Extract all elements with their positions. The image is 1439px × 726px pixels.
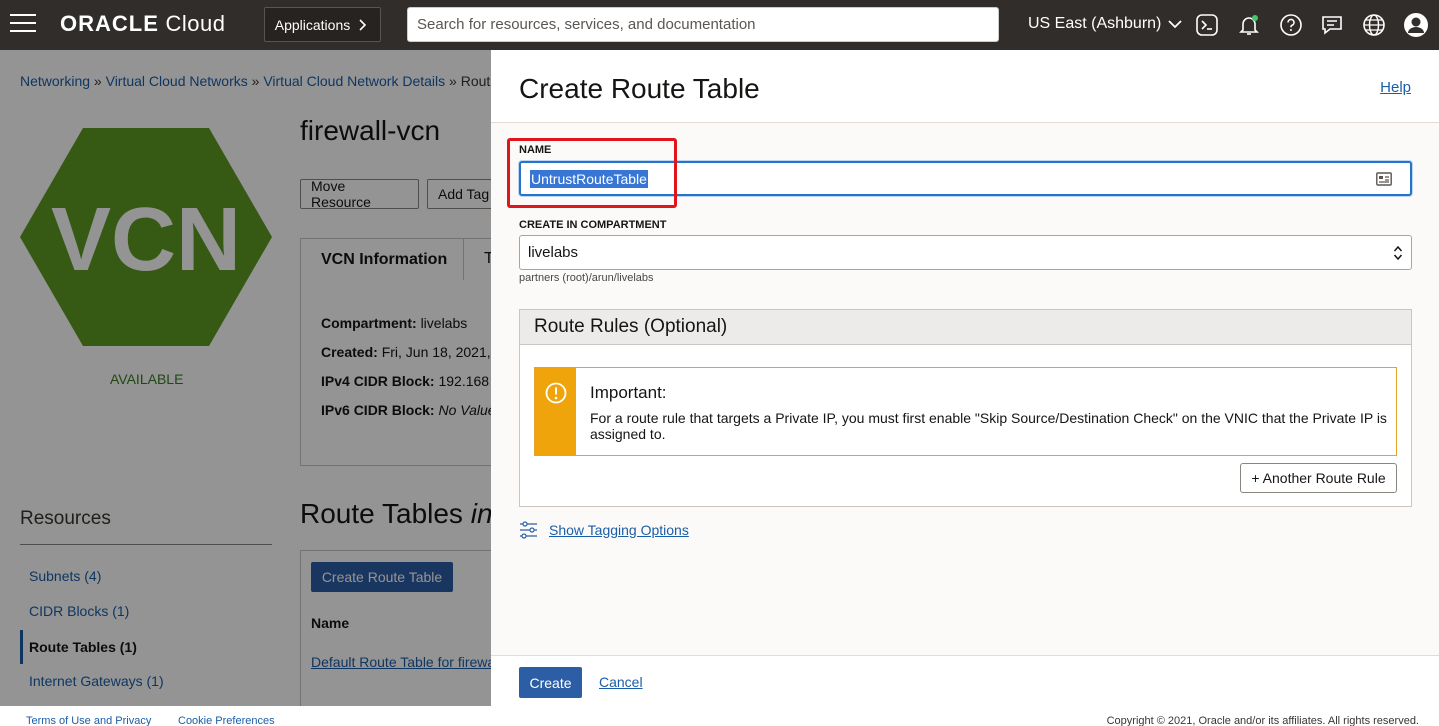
- hamburger-menu-icon[interactable]: [10, 14, 36, 34]
- chevron-down-icon: [1168, 20, 1183, 29]
- page-footer: Terms of Use and Privacy Cookie Preferen…: [0, 706, 1439, 726]
- contact-card-icon: [1376, 172, 1392, 186]
- compartment-field-label: CREATE IN COMPARTMENT: [519, 219, 667, 231]
- bell-icon[interactable]: [1236, 12, 1262, 38]
- search-input[interactable]: [417, 16, 989, 33]
- select-arrows-icon: [1393, 245, 1403, 261]
- help-link[interactable]: Help: [1380, 79, 1411, 96]
- oracle-cloud-logo[interactable]: ORACLE Cloud: [60, 11, 225, 37]
- cloud-shell-icon[interactable]: [1194, 12, 1220, 38]
- cancel-link[interactable]: Cancel: [599, 674, 643, 690]
- region-selector[interactable]: US East (Ashburn): [1028, 15, 1183, 33]
- top-navigation-bar: ORACLE Cloud Applications US East (Ashbu…: [0, 0, 1439, 50]
- warning-icon: [545, 382, 566, 404]
- tagging-options-toggle[interactable]: Show Tagging Options: [519, 521, 689, 539]
- alert-message: For a route rule that targets a Private …: [590, 410, 1387, 442]
- create-route-table-panel: Create Route Table Help NAME UntrustRout…: [491, 50, 1439, 706]
- panel-title: Create Route Table: [519, 73, 760, 104]
- terms-link[interactable]: Terms of Use and Privacy: [26, 715, 151, 726]
- applications-label: Applications: [274, 16, 351, 33]
- chat-icon[interactable]: [1319, 12, 1345, 38]
- compartment-path-hint: partners (root)/arun/livelabs: [519, 272, 654, 284]
- alert-stripe: [535, 368, 576, 455]
- route-rules-heading: Route Rules (Optional): [520, 310, 1411, 345]
- show-tagging-options-link[interactable]: Show Tagging Options: [549, 522, 689, 538]
- globe-icon[interactable]: [1361, 12, 1387, 38]
- copyright-text: Copyright © 2021, Oracle and/or its affi…: [1106, 715, 1419, 726]
- name-field-highlight: [507, 138, 677, 208]
- important-alert: Important: For a route rule that targets…: [534, 367, 1397, 456]
- alert-title: Important:: [590, 383, 667, 402]
- tag-sliders-icon: [520, 521, 537, 539]
- chevron-right-icon: [359, 18, 367, 31]
- help-icon[interactable]: [1278, 12, 1304, 38]
- create-button[interactable]: Create: [519, 667, 582, 698]
- panel-footer: Create Cancel: [491, 655, 1439, 706]
- applications-button[interactable]: Applications: [264, 7, 381, 42]
- modal-overlay: [0, 50, 491, 706]
- compartment-select[interactable]: livelabs: [519, 235, 1412, 270]
- panel-header: Create Route Table Help: [491, 50, 1439, 123]
- compartment-select-value: livelabs: [528, 244, 579, 261]
- region-label: US East (Ashburn): [1028, 15, 1162, 32]
- add-another-route-rule-button[interactable]: + Another Route Rule: [1240, 463, 1397, 493]
- user-icon[interactable]: [1403, 12, 1429, 38]
- route-rules-section: Route Rules (Optional) Important: For a …: [519, 309, 1412, 507]
- search-bar[interactable]: [407, 7, 999, 42]
- cookie-preferences-link[interactable]: Cookie Preferences: [178, 715, 275, 726]
